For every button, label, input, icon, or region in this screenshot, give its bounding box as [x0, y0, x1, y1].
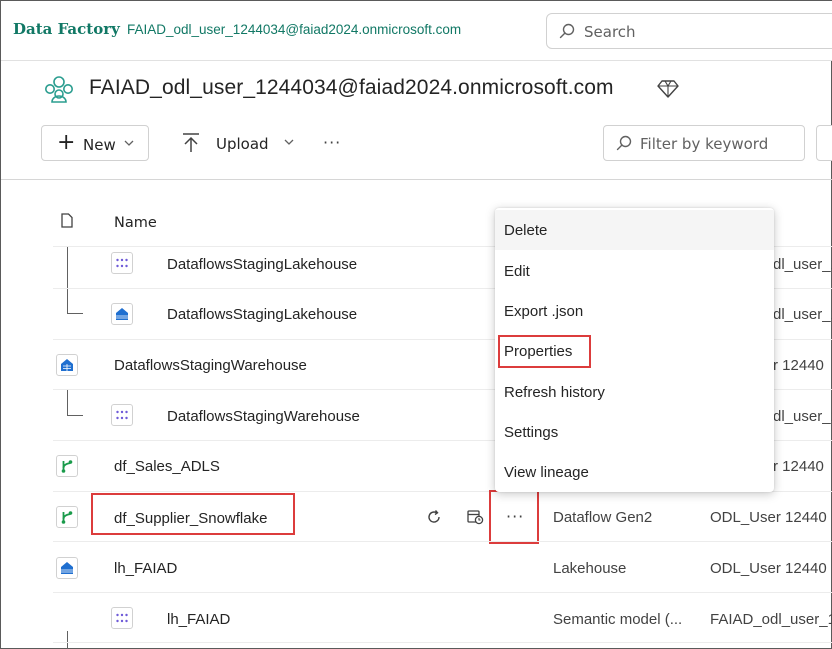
warehouse-icon: [56, 354, 78, 376]
semantic-model-icon: [111, 252, 133, 274]
menu-item-label: Export .json: [504, 303, 584, 320]
item-type: Semantic model (...: [553, 611, 683, 628]
search-placeholder: Search: [584, 23, 636, 41]
search-icon: [559, 23, 575, 39]
item-owner: FAIAD_odl_user_1: [710, 611, 832, 628]
dataflow-icon: [56, 506, 78, 528]
item-type: Dataflow Gen2: [553, 509, 653, 526]
account-name[interactable]: FAIAD_odl_user_1244034@faiad2024.onmicro…: [127, 22, 461, 37]
highlight-box: [91, 493, 295, 535]
menu-item-delete[interactable]: Delete: [495, 210, 774, 250]
lakehouse-icon: [56, 557, 78, 579]
row-divider: [53, 541, 832, 542]
chevron-down-icon[interactable]: [284, 138, 294, 146]
menu-item-settings[interactable]: Settings: [495, 412, 774, 452]
tree-connector: [67, 631, 68, 649]
filter-input[interactable]: Filter by keyword: [603, 125, 805, 161]
item-name[interactable]: DataflowsStagingLakehouse: [167, 256, 357, 273]
tree-connector: [67, 247, 68, 313]
menu-item-export-json[interactable]: Export .json: [495, 291, 774, 331]
new-button[interactable]: + New: [41, 125, 149, 161]
top-bar: Data Factory FAIAD_odl_user_1244034@faia…: [1, 1, 832, 61]
item-owner: dl_user_1: [773, 408, 832, 425]
filter-button[interactable]: [816, 125, 832, 161]
tree-connector: [67, 389, 68, 415]
item-name[interactable]: df_Sales_ADLS: [114, 458, 220, 475]
tree-connector: [67, 415, 83, 416]
item-name[interactable]: DataflowsStagingWarehouse: [114, 357, 307, 374]
menu-item-label: Edit: [504, 263, 530, 280]
item-name[interactable]: DataflowsStagingWarehouse: [167, 408, 360, 425]
item-type: Lakehouse: [553, 560, 627, 577]
menu-item-view-lineage[interactable]: View lineage: [495, 452, 774, 492]
search-box[interactable]: Search: [546, 13, 832, 49]
divider: [1, 179, 832, 180]
search-icon: [616, 135, 632, 151]
item-name[interactable]: lh_FAIAD: [167, 611, 230, 628]
highlight-box: [498, 335, 591, 368]
menu-item-label: View lineage: [504, 464, 589, 481]
menu-item-label: Delete: [504, 222, 548, 239]
upload-icon[interactable]: [181, 132, 201, 154]
highlight-box: [489, 490, 539, 544]
new-button-label: New: [83, 136, 116, 154]
document-icon: [61, 213, 73, 228]
workspace-title: FAIAD_odl_user_1244034@faiad2024.onmicro…: [89, 76, 614, 99]
semantic-model-icon: [111, 607, 133, 629]
schedule-icon[interactable]: [467, 509, 484, 525]
menu-item-label: Settings: [504, 424, 559, 441]
menu-item-label: Refresh history: [504, 384, 605, 401]
menu-item-edit[interactable]: Edit: [495, 251, 774, 291]
lakehouse-icon: [111, 303, 133, 325]
item-owner: r 12440: [773, 357, 824, 374]
more-options-button[interactable]: ···: [323, 133, 341, 152]
diamond-icon[interactable]: [657, 79, 679, 99]
item-owner: r 12440: [773, 458, 824, 475]
row-divider: [53, 642, 832, 643]
column-header-name[interactable]: Name: [114, 215, 157, 231]
menu-item-refresh-history[interactable]: Refresh history: [495, 372, 774, 412]
upload-button[interactable]: Upload: [216, 135, 269, 153]
tree-connector: [67, 313, 83, 314]
refresh-icon[interactable]: [426, 509, 442, 525]
item-owner: ODL_User 12440: [710, 509, 827, 526]
workspace-people-icon: [45, 76, 73, 103]
dataflow-icon: [56, 455, 78, 477]
item-owner: dl_user_1: [773, 256, 832, 273]
plus-icon: +: [57, 130, 76, 155]
filter-placeholder: Filter by keyword: [640, 135, 769, 153]
app-brand[interactable]: Data Factory: [13, 20, 120, 38]
row-divider: [53, 592, 832, 593]
item-owner: dl_user_1: [773, 306, 832, 323]
item-name[interactable]: lh_FAIAD: [114, 560, 177, 577]
item-owner: ODL_User 12440: [710, 560, 827, 577]
semantic-model-icon: [111, 404, 133, 426]
chevron-down-icon: [124, 140, 134, 146]
item-name[interactable]: DataflowsStagingLakehouse: [167, 306, 357, 323]
